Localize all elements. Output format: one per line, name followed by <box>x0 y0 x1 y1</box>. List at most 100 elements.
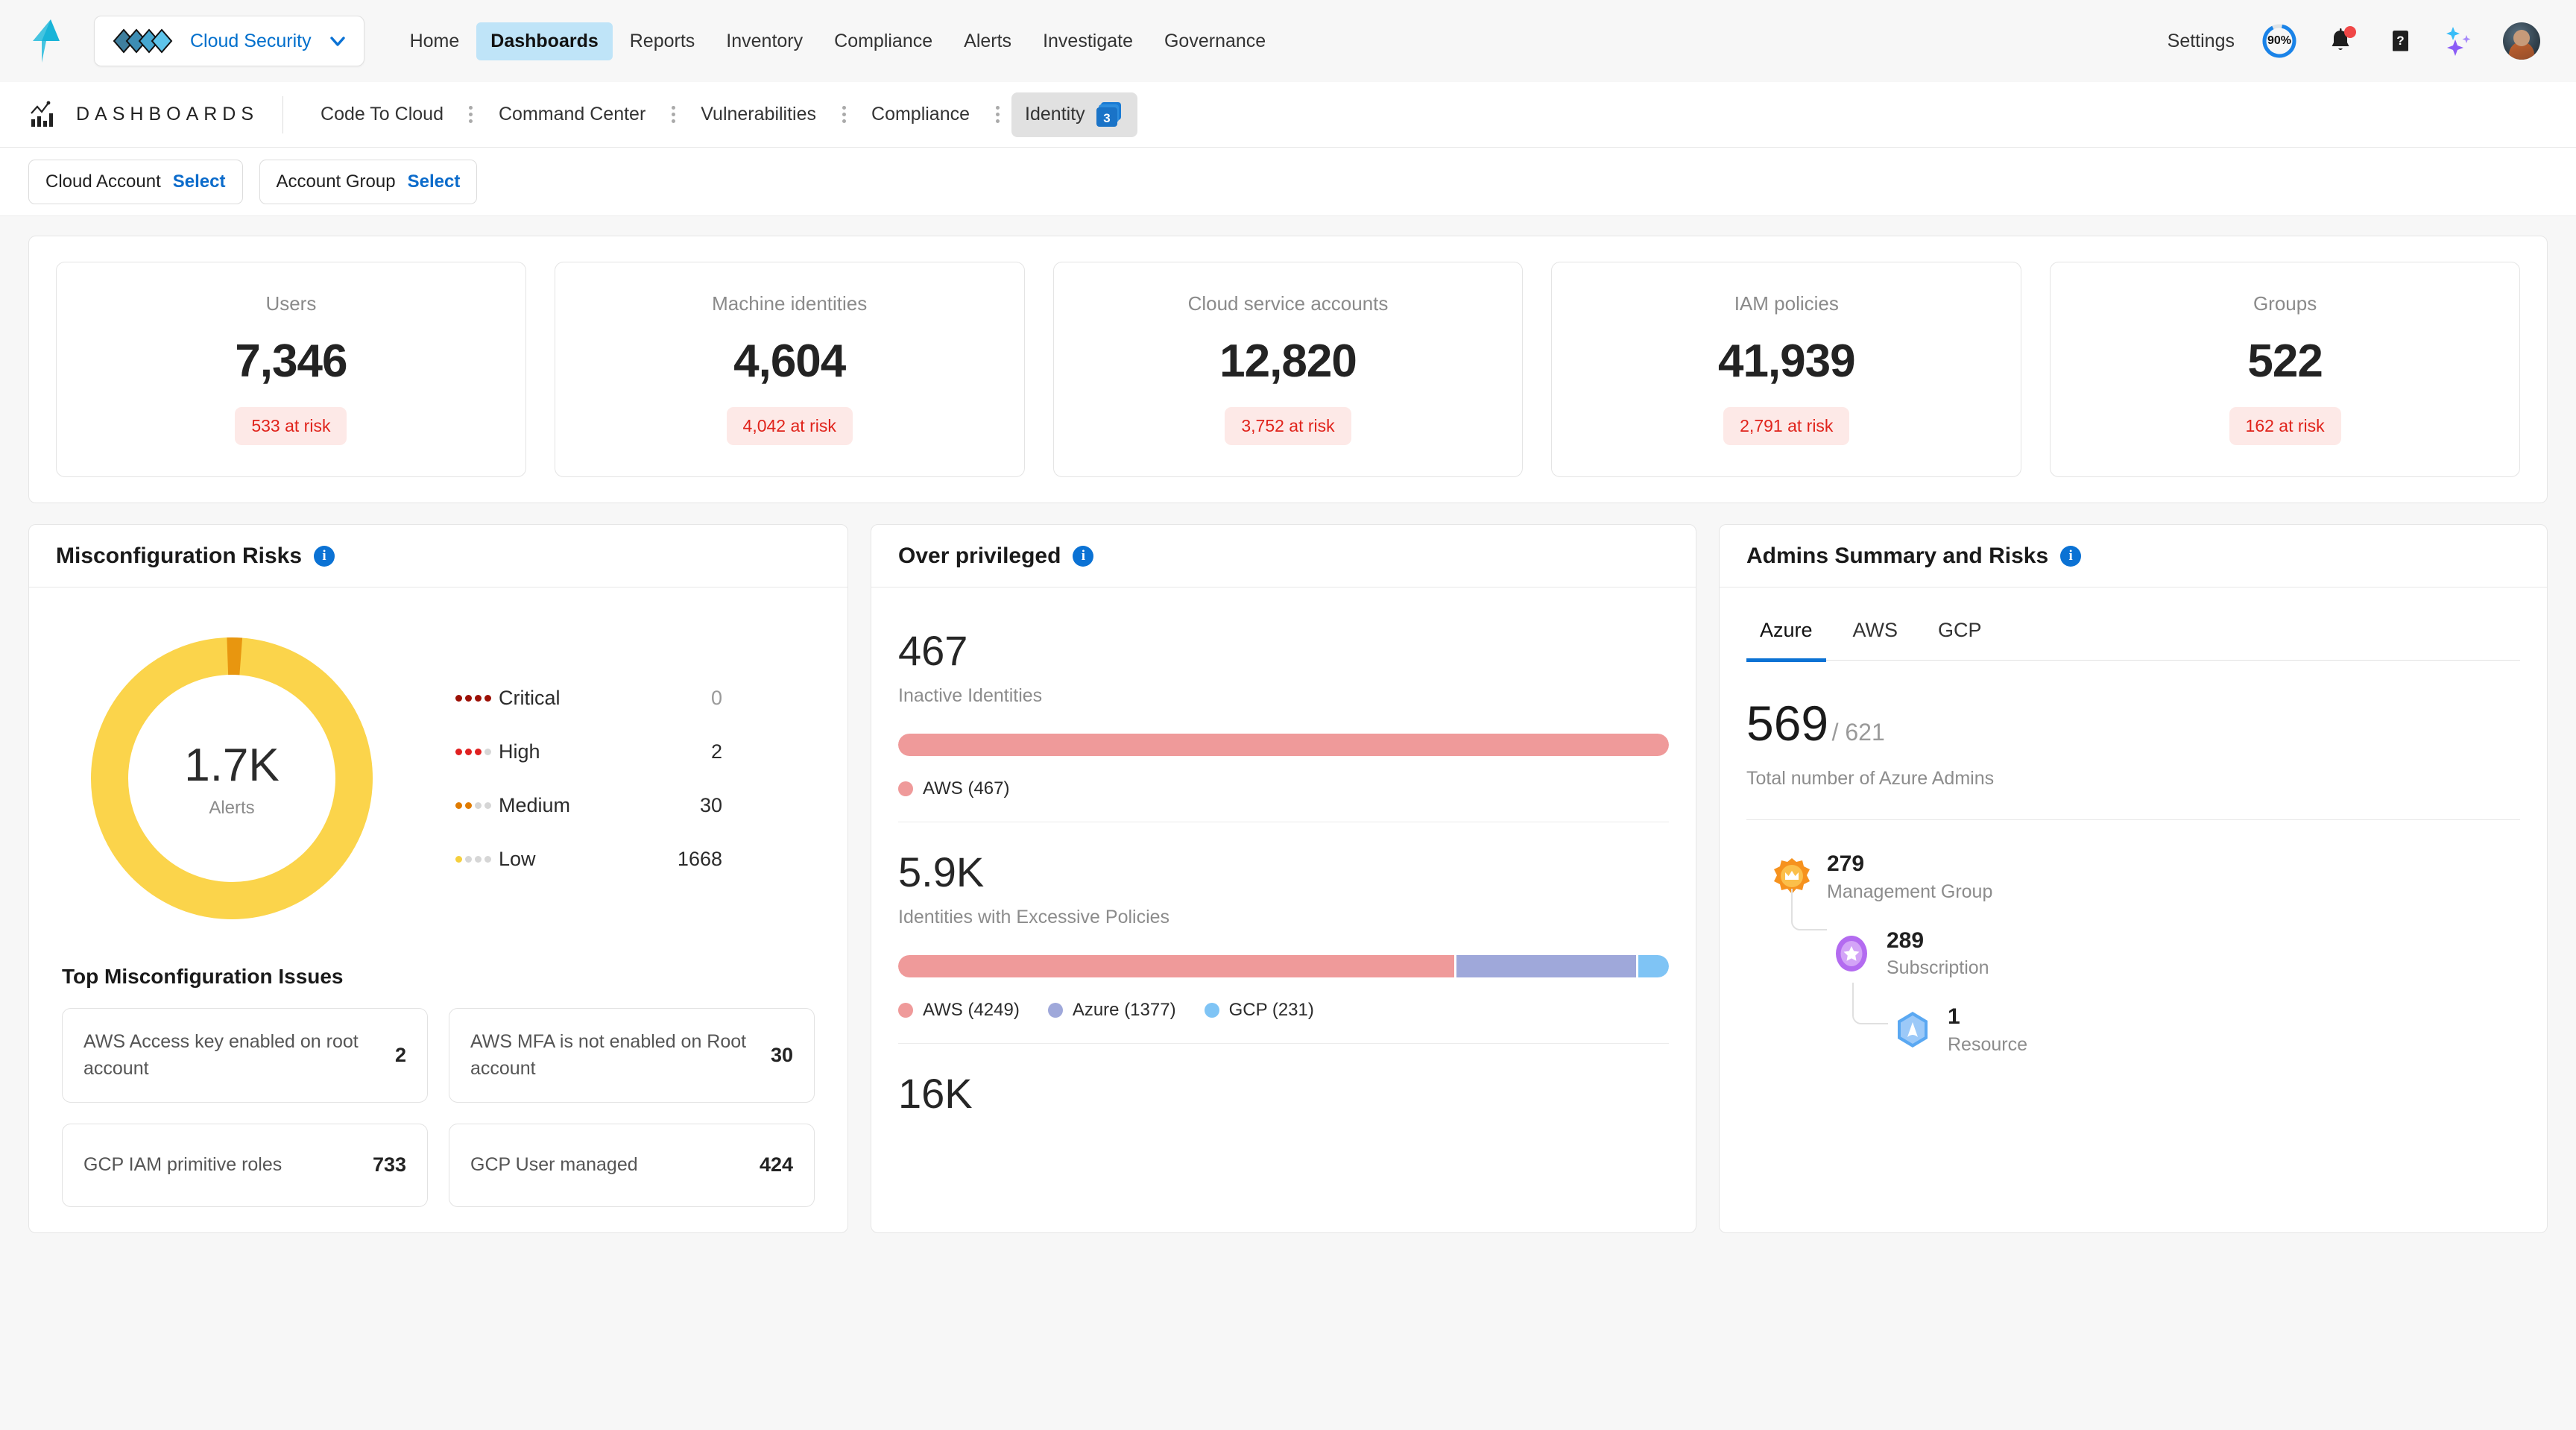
info-icon[interactable]: i <box>1073 546 1093 567</box>
admins-count: 569 <box>1746 696 1828 751</box>
tab-aws[interactable]: AWS <box>1840 613 1912 662</box>
donut[interactable]: 1.7K Alerts <box>83 629 381 927</box>
bar-segment-aws[interactable] <box>898 955 1454 977</box>
panel-body: 1.7K Alerts Critical 0 <box>29 588 847 1232</box>
identity-tab-badge-count: 3 <box>1103 111 1110 125</box>
cloud-account-filter-select[interactable]: Select <box>173 171 226 192</box>
kpi-title: Machine identities <box>570 292 1009 315</box>
dashboard-tab-compliance[interactable]: Compliance <box>858 95 983 133</box>
severity-dots-icon <box>455 695 499 702</box>
cloud-account-filter[interactable]: Cloud Account Select <box>28 160 243 204</box>
nav-inventory[interactable]: Inventory <box>712 22 817 60</box>
chevron-down-icon[interactable] <box>328 31 347 51</box>
filter-bar: Cloud Account Select Account Group Selec… <box>0 148 2576 216</box>
dashboard-tab-identity[interactable]: Identity 3 <box>1011 92 1137 137</box>
resource-hexagon-icon <box>1892 1009 1933 1050</box>
kpi-risk-badge[interactable]: 3,752 at risk <box>1225 407 1351 445</box>
severity-value: 0 <box>633 687 722 710</box>
settings-link[interactable]: Settings <box>2168 31 2235 52</box>
kpi-value: 41,939 <box>1567 335 2006 388</box>
tab-menu-icon[interactable] <box>663 106 683 123</box>
top-nav-actions: Settings 90% ? <box>2168 22 2540 60</box>
stacked-bar[interactable] <box>898 955 1669 977</box>
onboarding-progress-ring[interactable]: 90% <box>2261 23 2297 59</box>
panel-title: Misconfiguration Risks <box>56 544 302 569</box>
misconfiguration-issue-card[interactable]: GCP IAM primitive roles 733 <box>62 1124 428 1207</box>
kpi-value: 7,346 <box>72 335 511 388</box>
kpi-title: IAM policies <box>1567 292 2006 315</box>
nav-alerts[interactable]: Alerts <box>950 22 1026 60</box>
nav-reports[interactable]: Reports <box>616 22 710 60</box>
star-oval-icon <box>1831 933 1872 974</box>
nav-compliance[interactable]: Compliance <box>820 22 947 60</box>
azure-hierarchy-tree: 279 Management Group <box>1746 820 2520 1056</box>
tab-menu-icon[interactable] <box>834 106 853 123</box>
panel-over-privileged: Over privileged i 467 Inactive Identitie… <box>871 524 1696 1233</box>
dashboards-chart-icon <box>28 100 58 130</box>
account-group-filter[interactable]: Account Group Select <box>259 160 478 204</box>
nav-investigate[interactable]: Investigate <box>1029 22 1147 60</box>
kpi-card-groups[interactable]: Groups 522 162 at risk <box>2050 262 2520 477</box>
bar-legend: AWS (467) <box>898 778 1669 799</box>
kpi-card-machine-identities[interactable]: Machine identities 4,604 4,042 at risk <box>555 262 1025 477</box>
misconfiguration-issue-card[interactable]: AWS MFA is not enabled on Root account 3… <box>449 1008 815 1103</box>
tree-node-label: Subscription <box>1887 957 1989 979</box>
dashboard-tab-code-to-cloud[interactable]: Code To Cloud <box>307 95 457 133</box>
tree-node-management-group[interactable]: 279 Management Group <box>1772 851 2520 903</box>
dashboard-tab-vulnerabilities[interactable]: Vulnerabilities <box>687 95 830 133</box>
account-group-filter-select[interactable]: Select <box>408 171 461 192</box>
ai-sparkle-icon[interactable] <box>2443 25 2476 57</box>
issue-name: GCP User managed <box>470 1151 746 1178</box>
kpi-risk-badge[interactable]: 4,042 at risk <box>727 407 853 445</box>
legend-item-aws[interactable]: AWS (4249) <box>898 1000 1020 1021</box>
nav-home[interactable]: Home <box>396 22 474 60</box>
kpi-value: 522 <box>2065 335 2504 388</box>
tab-gcp[interactable]: GCP <box>1925 613 1995 662</box>
severity-row-medium[interactable]: Medium 30 <box>455 778 722 832</box>
legend-item-gcp[interactable]: GCP (231) <box>1205 1000 1314 1021</box>
bell-icon[interactable] <box>2324 25 2357 57</box>
cloud-account-filter-label: Cloud Account <box>45 171 161 192</box>
donut-center-label: 1.7K Alerts <box>83 629 381 927</box>
tab-azure[interactable]: Azure <box>1746 613 1826 662</box>
info-icon[interactable]: i <box>314 546 335 567</box>
tree-node-resource[interactable]: 1 Resource <box>1892 1004 2520 1056</box>
legend-item-aws[interactable]: AWS (467) <box>898 778 1009 799</box>
kpi-value: 4,604 <box>570 335 1009 388</box>
misconfiguration-issue-card[interactable]: GCP User managed 424 <box>449 1124 815 1207</box>
account-group-filter-label: Account Group <box>277 171 396 192</box>
issue-count: 424 <box>760 1153 793 1177</box>
bar-segment-azure[interactable] <box>1456 955 1637 977</box>
severity-row-critical[interactable]: Critical 0 <box>455 671 722 725</box>
misconfiguration-donut-chart: 1.7K Alerts Critical 0 <box>56 613 821 935</box>
nav-governance[interactable]: Governance <box>1150 22 1280 60</box>
kpi-risk-badge[interactable]: 162 at risk <box>2229 407 2341 445</box>
severity-value: 1668 <box>633 848 722 871</box>
help-book-icon[interactable]: ? <box>2384 25 2416 57</box>
panel-body: Azure AWS GCP 569 / 621 Total number of … <box>1720 588 2547 1081</box>
severity-row-low[interactable]: Low 1668 <box>455 832 722 886</box>
panel-admins-summary-and-risks: Admins Summary and Risks i Azure AWS GCP… <box>1719 524 2548 1233</box>
stacked-bar[interactable] <box>898 734 1669 756</box>
bar-segment-gcp[interactable] <box>1638 955 1669 977</box>
cloud-provider-tabs: Azure AWS GCP <box>1746 613 2520 661</box>
tree-node-subscription[interactable]: 289 Subscription <box>1831 928 2520 980</box>
avatar[interactable] <box>2503 22 2540 60</box>
dashboard-tab-command-center[interactable]: Command Center <box>485 95 659 133</box>
tab-menu-icon[interactable] <box>461 106 481 123</box>
legend-item-azure[interactable]: Azure (1377) <box>1048 1000 1176 1021</box>
info-icon[interactable]: i <box>2060 546 2081 567</box>
over-privileged-block-excessive-policies: 5.9K Identities with Excessive Policies … <box>898 822 1669 1043</box>
kpi-risk-badge[interactable]: 533 at risk <box>235 407 347 445</box>
kpi-card-cloud-service-accounts[interactable]: Cloud service accounts 12,820 3,752 at r… <box>1053 262 1524 477</box>
misconfiguration-issue-card[interactable]: AWS Access key enabled on root account 2 <box>62 1008 428 1103</box>
bar-segment-aws[interactable] <box>898 734 1669 756</box>
kpi-card-users[interactable]: Users 7,346 533 at risk <box>56 262 526 477</box>
tab-menu-icon[interactable] <box>988 106 1007 123</box>
nav-dashboards[interactable]: Dashboards <box>476 22 612 60</box>
severity-row-high[interactable]: High 2 <box>455 725 722 778</box>
kpi-risk-badge[interactable]: 2,791 at risk <box>1723 407 1849 445</box>
palo-alto-networks-logo[interactable] <box>25 18 67 64</box>
tenant-selector[interactable]: Cloud Security <box>94 16 364 66</box>
kpi-card-iam-policies[interactable]: IAM policies 41,939 2,791 at risk <box>1551 262 2021 477</box>
